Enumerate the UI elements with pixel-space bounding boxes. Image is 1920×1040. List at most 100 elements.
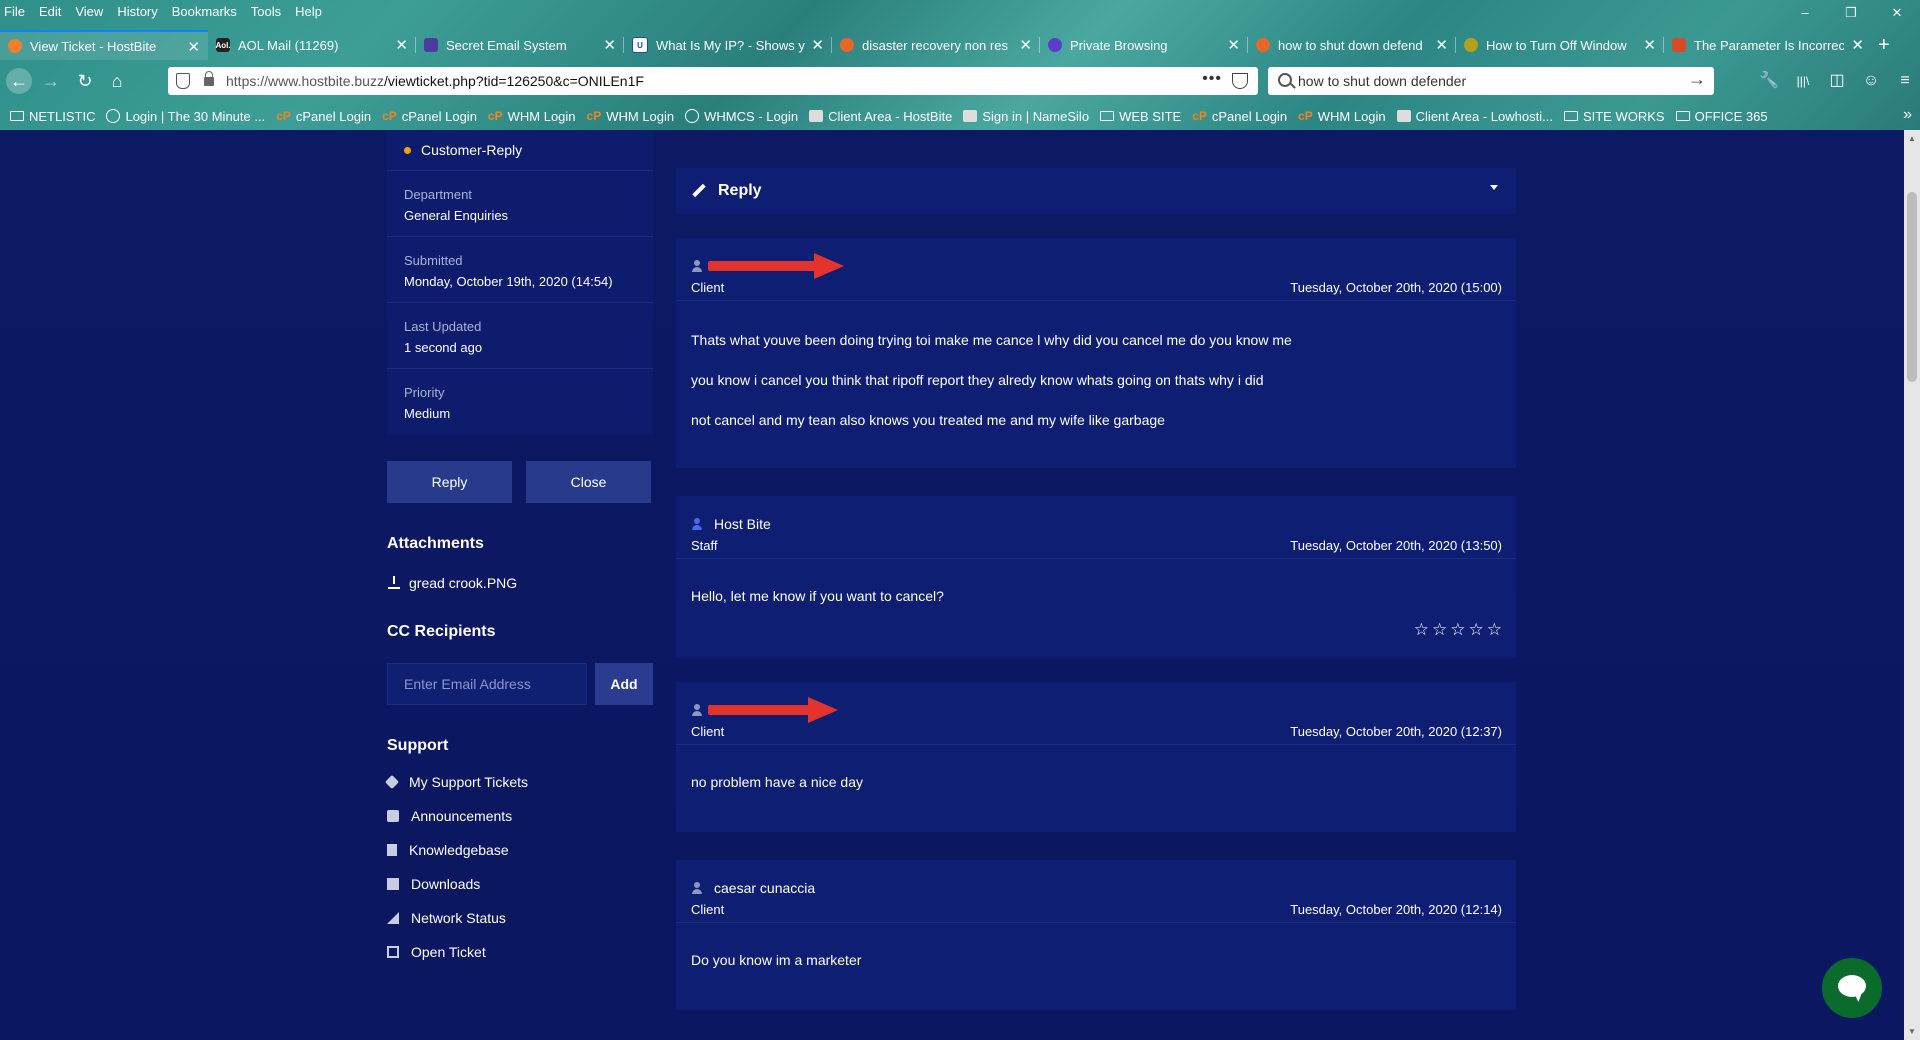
bookmark-item[interactable]: Client Area - HostBite — [809, 109, 952, 124]
star-icon[interactable]: ☆ — [1487, 620, 1502, 640]
support-item-open-ticket[interactable]: Open Ticket — [387, 935, 653, 969]
bookmark-item[interactable]: OFFICE 365 — [1675, 109, 1768, 124]
menu-file[interactable]: File — [4, 4, 25, 19]
close-tab-icon[interactable]: ✕ — [1643, 36, 1656, 54]
message-body: Hello, let me know if you want to cancel… — [676, 559, 1516, 647]
back-arrow-icon[interactable]: ← — [6, 68, 32, 94]
menu-help[interactable]: Help — [295, 4, 322, 19]
support-item-network-status[interactable]: Network Status — [387, 901, 653, 935]
menu-bookmarks[interactable]: Bookmarks — [172, 4, 237, 19]
bookmarks-overflow-icon[interactable]: » — [1903, 106, 1912, 124]
cc-email-input[interactable]: Enter Email Address — [387, 663, 587, 705]
tab-title: disaster recovery non res — [862, 37, 1008, 53]
close-tab-icon[interactable]: ✕ — [811, 36, 824, 54]
message-paragraph: Do you know im a marketer — [691, 952, 862, 968]
close-tab-icon[interactable]: ✕ — [1019, 36, 1032, 54]
ticket-sidebar: Customer-Reply Department General Enquir… — [384, 130, 653, 969]
menu-tools[interactable]: Tools — [251, 4, 281, 19]
support-item-my-tickets[interactable]: My Support Tickets — [384, 765, 653, 799]
chevron-down-icon[interactable] — [1490, 185, 1498, 190]
url-text[interactable]: https://www.hostbite.buzz/viewticket.php… — [226, 73, 644, 89]
url-bar[interactable]: https://www.hostbite.buzz/viewticket.php… — [168, 67, 1258, 95]
page-scrollbar[interactable]: ▲ ▼ — [1904, 130, 1920, 1040]
sidebar-icon[interactable]: ◫ — [1822, 68, 1852, 94]
bookmark-item[interactable]: WHMCS - Login — [685, 109, 798, 124]
search-bar[interactable]: how to shut down defender → — [1268, 67, 1714, 95]
account-icon[interactable]: ☺ — [1856, 68, 1886, 94]
forward-arrow-icon[interactable]: → — [38, 68, 64, 94]
bookmark-item[interactable]: cP cPanel Login — [276, 109, 371, 124]
tab-disaster-recovery[interactable]: disaster recovery non res ✕ — [832, 30, 1040, 60]
tab-what-is-my-ip[interactable]: U What Is My IP? - Shows y ✕ — [624, 30, 832, 60]
reply-panel-header[interactable]: Reply — [676, 168, 1516, 214]
search-icon — [1278, 73, 1292, 87]
bookmark-item[interactable]: SITE WORKS — [1563, 109, 1665, 124]
bookmark-item[interactable]: cP WHM Login — [587, 109, 675, 124]
home-icon[interactable]: ⌂ — [104, 68, 130, 94]
lock-icon[interactable] — [204, 71, 214, 86]
menu-history[interactable]: History — [117, 4, 157, 19]
close-tab-icon[interactable]: ✕ — [1435, 36, 1448, 54]
tab-secret-email[interactable]: Secret Email System ✕ — [416, 30, 624, 60]
star-icon[interactable]: ☆ — [1469, 620, 1484, 640]
new-tab-button[interactable]: + — [1878, 30, 1890, 60]
restore-button[interactable]: ❐ — [1828, 0, 1874, 26]
user-icon — [691, 704, 703, 716]
tab-title: How to Turn Off Window — [1486, 37, 1627, 53]
hamburger-menu-icon[interactable]: ≡ — [1890, 68, 1920, 94]
tab-shut-down-defender[interactable]: how to shut down defend ✕ — [1248, 30, 1456, 60]
library-icon[interactable]: |||\ — [1788, 68, 1818, 94]
bookmark-item[interactable]: cP WHM Login — [1298, 109, 1386, 124]
menu-view[interactable]: View — [75, 4, 103, 19]
tab-aol-mail[interactable]: Aol. AOL Mail (11269) ✕ — [208, 30, 416, 60]
pocket-icon[interactable] — [1232, 73, 1248, 89]
message-header: caesar cunaccia Client Tuesday, October … — [676, 860, 1516, 923]
page-actions-icon[interactable]: ••• — [1202, 70, 1222, 88]
attachment-link[interactable]: gread crook.PNG — [387, 575, 653, 591]
close-tab-icon[interactable]: ✕ — [603, 36, 616, 54]
support-item-downloads[interactable]: Downloads — [387, 867, 653, 901]
tab-parameter-incorrect[interactable]: The Parameter Is Incorrec ✕ — [1664, 30, 1872, 60]
close-tab-icon[interactable]: ✕ — [1227, 36, 1240, 54]
bookmark-item[interactable]: cP WHM Login — [488, 109, 576, 124]
bookmark-item[interactable]: Client Area - Lowhosti... — [1396, 109, 1553, 124]
bookmark-item[interactable]: Login | The 30 Minute ... — [106, 109, 265, 124]
star-icon[interactable]: ☆ — [1432, 620, 1447, 640]
support-item-announcements[interactable]: Announcements — [387, 799, 653, 833]
bookmark-item[interactable]: cP cPanel Login — [1192, 109, 1287, 124]
reply-button[interactable]: Reply — [387, 461, 512, 503]
search-go-icon[interactable]: → — [1688, 69, 1706, 90]
close-tab-icon[interactable]: ✕ — [1851, 36, 1864, 54]
scrollbar-thumb[interactable] — [1907, 192, 1917, 382]
scroll-up-icon[interactable]: ▲ — [1908, 134, 1916, 143]
support-item-knowledgebase[interactable]: Knowledgebase — [387, 833, 653, 867]
star-icon[interactable]: ☆ — [1414, 620, 1429, 640]
close-tab-icon[interactable]: ✕ — [395, 36, 408, 54]
star-icon[interactable]: ☆ — [1450, 620, 1465, 640]
site-favicon-icon — [1672, 38, 1686, 52]
minimize-button[interactable]: – — [1782, 0, 1828, 26]
tab-title: AOL Mail (11269) — [238, 37, 339, 53]
bookmark-item[interactable]: NETLISTIC — [10, 109, 95, 124]
close-ticket-button[interactable]: Close — [526, 461, 651, 503]
bookmark-item[interactable]: WEB SITE — [1100, 109, 1181, 124]
live-chat-button[interactable] — [1822, 958, 1882, 1018]
tab-view-ticket[interactable]: View Ticket - HostBite ✕ — [0, 30, 208, 60]
folder-icon — [1563, 111, 1578, 121]
tab-turn-off-windows[interactable]: How to Turn Off Window ✕ — [1456, 30, 1664, 60]
tab-private-browsing[interactable]: Private Browsing ✕ — [1040, 30, 1248, 60]
reload-icon[interactable]: ↻ — [72, 68, 98, 94]
wrench-icon[interactable]: 🔧 — [1754, 68, 1784, 94]
search-input[interactable]: how to shut down defender — [1298, 73, 1466, 89]
ticket-message: caesar cunaccia Client Tuesday, October … — [676, 860, 1516, 1010]
window-close-button[interactable]: ✕ — [1874, 0, 1920, 26]
tab-strip: View Ticket - HostBite ✕ Aol. AOL Mail (… — [0, 30, 1920, 60]
close-tab-icon[interactable]: ✕ — [187, 38, 200, 56]
add-cc-button[interactable]: Add — [594, 663, 653, 705]
shield-icon[interactable] — [176, 73, 190, 89]
bookmark-item[interactable]: Sign in | NameSilo — [963, 109, 1089, 124]
scroll-down-icon[interactable]: ▼ — [1908, 1027, 1916, 1036]
bookmark-item[interactable]: cP cPanel Login — [382, 109, 477, 124]
menu-edit[interactable]: Edit — [39, 4, 61, 19]
cpanel-icon: cP — [382, 109, 397, 123]
